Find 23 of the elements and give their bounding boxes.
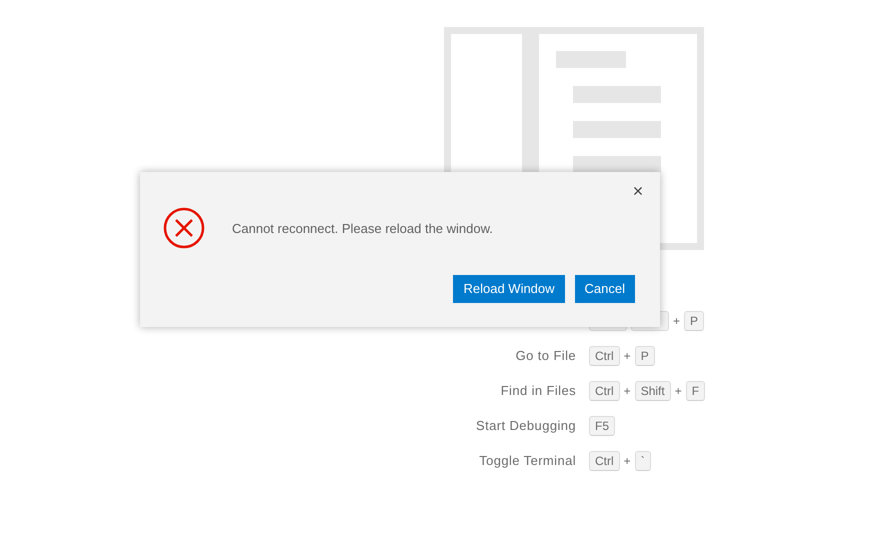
- shortcut-label: Find in Files: [500, 383, 576, 398]
- cancel-button[interactable]: Cancel: [574, 275, 635, 303]
- plus-sign: +: [624, 453, 631, 470]
- shortcut-label: Go to File: [516, 348, 576, 364]
- keycap: P: [684, 311, 704, 331]
- plus-sign: +: [674, 383, 682, 400]
- keycap: Ctrl: [589, 381, 620, 401]
- keycap: Ctrl: [589, 451, 620, 471]
- keycap: P: [634, 346, 655, 366]
- close-button[interactable]: ×: [628, 181, 648, 201]
- plus-sign: +: [624, 383, 631, 400]
- shortcut-label: Start Debugging: [476, 418, 576, 434]
- keycap: Shift: [634, 381, 671, 401]
- keycap: Ctrl: [589, 346, 620, 366]
- keycap: F: [686, 381, 706, 401]
- reload-window-button[interactable]: Reload Window: [453, 275, 565, 303]
- plus-sign: +: [624, 348, 631, 365]
- shortcut-label: Toggle Terminal: [479, 453, 576, 468]
- error-message: Cannot reconnect. Please reload the window.: [232, 220, 493, 238]
- error-icon: [163, 207, 205, 249]
- keycap: F5: [589, 416, 616, 436]
- plus-sign: +: [673, 313, 680, 330]
- keycap: `: [634, 451, 651, 471]
